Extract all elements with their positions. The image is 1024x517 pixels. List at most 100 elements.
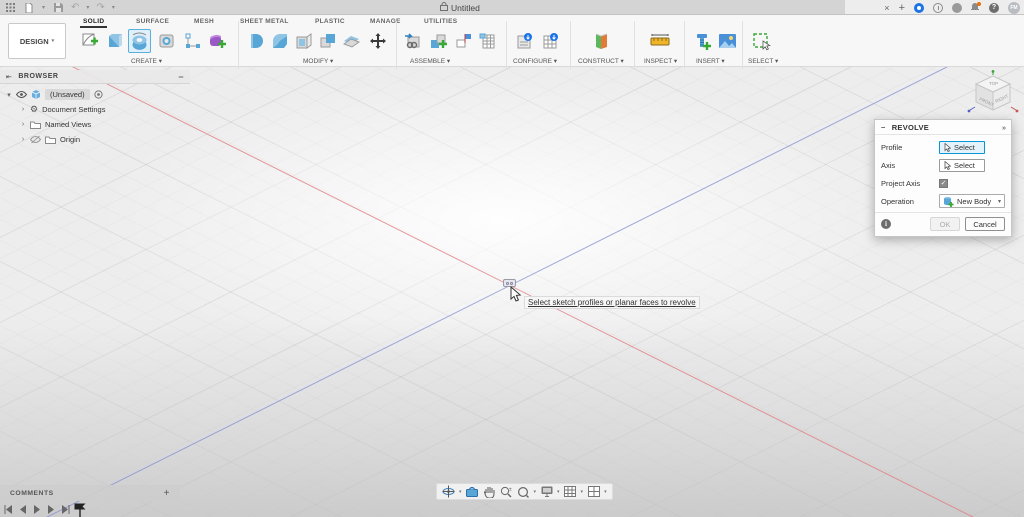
app-grid-icon[interactable]: [4, 2, 16, 13]
create-form-icon[interactable]: [206, 29, 229, 53]
notifications-icon[interactable]: [971, 1, 981, 13]
save-icon[interactable]: [52, 2, 64, 13]
collapse-dialog-icon[interactable]: −: [881, 123, 886, 132]
minimize-panel-icon[interactable]: −: [178, 72, 184, 82]
cancel-button[interactable]: Cancel: [965, 217, 1005, 231]
tab-solid[interactable]: SOLID: [79, 18, 108, 28]
close-icon[interactable]: ×: [884, 3, 889, 13]
new-component-icon[interactable]: [402, 29, 425, 53]
chevron-right-icon[interactable]: ›: [20, 106, 26, 113]
grid-caret-icon[interactable]: ▾: [581, 489, 584, 495]
tab-utilities[interactable]: UTILITIES: [424, 18, 457, 25]
orbit-icon[interactable]: [442, 485, 455, 498]
add-comment-button[interactable]: +: [164, 488, 170, 499]
comments-bar[interactable]: COMMENTS +: [0, 485, 180, 501]
configuration-doc-icon[interactable]: [514, 29, 537, 53]
pan-icon[interactable]: [483, 485, 496, 498]
rigid-group-icon[interactable]: [452, 29, 475, 53]
document-root-item[interactable]: (Unsaved): [45, 89, 90, 100]
fit-caret-icon[interactable]: ▾: [534, 489, 537, 495]
file-icon[interactable]: [23, 2, 35, 13]
split-body-icon[interactable]: [340, 29, 363, 53]
revolve-icon[interactable]: [128, 29, 151, 53]
avatar[interactable]: FM: [1008, 1, 1020, 14]
look-at-icon[interactable]: [466, 485, 479, 498]
undo-icon[interactable]: ↶: [71, 2, 79, 13]
fit-icon[interactable]: [517, 485, 530, 498]
shell-icon[interactable]: [292, 29, 315, 53]
redo-icon[interactable]: ↷: [96, 2, 104, 13]
info-icon[interactable]: i: [881, 219, 891, 229]
construction-planes-icon[interactable]: [590, 29, 613, 53]
window-select-icon[interactable]: [750, 29, 773, 53]
help-icon[interactable]: ?: [989, 2, 999, 13]
press-pull-icon[interactable]: [244, 29, 267, 53]
history-icon[interactable]: [933, 2, 943, 13]
new-tab-icon[interactable]: +: [899, 2, 905, 14]
dialog-more-icon[interactable]: »: [1002, 123, 1006, 132]
job-status-icon[interactable]: [914, 2, 924, 13]
browser-item-named-views[interactable]: › Named Views: [20, 118, 91, 131]
play-icon[interactable]: [33, 505, 41, 514]
design-workspace-button[interactable]: DESIGN ▾: [8, 23, 66, 59]
file-menu-caret-icon[interactable]: ▾: [42, 4, 45, 11]
collapse-panel-icon[interactable]: ⇤: [6, 73, 12, 81]
grid-settings-icon[interactable]: [564, 485, 577, 498]
display-caret-icon[interactable]: ▾: [557, 489, 560, 495]
browser-item-document-settings[interactable]: › ⚙ Document Settings: [20, 103, 106, 116]
inspect-group-label[interactable]: INSPECT ▾: [644, 57, 677, 65]
tab-mesh[interactable]: MESH: [194, 18, 214, 25]
joint-icon[interactable]: [427, 29, 450, 53]
step-forward-icon[interactable]: [47, 505, 55, 514]
activate-component-radio-icon[interactable]: [94, 90, 103, 99]
zoom-icon[interactable]: ±: [500, 485, 513, 498]
display-settings-icon[interactable]: [540, 485, 553, 498]
move-copy-icon[interactable]: [366, 29, 389, 53]
orbit-caret-icon[interactable]: ▾: [459, 489, 462, 495]
tab-surface[interactable]: SURFACE: [136, 18, 169, 25]
create-group-label[interactable]: CREATE ▾: [131, 57, 162, 65]
chevron-right-icon[interactable]: ›: [20, 136, 26, 143]
tab-plastic[interactable]: PLASTIC: [315, 18, 345, 25]
visibility-eye-icon[interactable]: [16, 91, 27, 98]
dialog-header[interactable]: − REVOLVE »: [875, 120, 1011, 135]
redo-caret-icon[interactable]: ▾: [112, 4, 115, 11]
project-axis-checkbox[interactable]: ✓: [939, 178, 948, 188]
measure-icon[interactable]: [648, 29, 671, 53]
insert-canvas-icon[interactable]: [716, 29, 739, 53]
configure-group-label[interactable]: CONFIGURE ▾: [513, 57, 557, 65]
combine-icon[interactable]: [316, 29, 339, 53]
go-to-end-icon[interactable]: [61, 505, 70, 514]
tab-sheet-metal[interactable]: SHEET METAL: [240, 18, 289, 25]
chevron-down-icon[interactable]: ▾: [6, 91, 12, 99]
undo-caret-icon[interactable]: ▾: [86, 4, 89, 11]
assemble-group-label[interactable]: ASSEMBLE ▾: [410, 57, 450, 65]
timeline-marker-flag[interactable]: [74, 503, 86, 517]
hidden-eye-icon[interactable]: [30, 135, 41, 144]
insert-group-label[interactable]: INSERT ▾: [696, 57, 725, 65]
hole-icon[interactable]: [155, 29, 178, 53]
profile-icon[interactable]: [952, 2, 962, 13]
3d-viewport[interactable]: Select sketch profiles or planar faces t…: [0, 67, 1024, 517]
viewports-icon[interactable]: [587, 485, 600, 498]
select-group-label[interactable]: SELECT ▾: [748, 57, 778, 65]
view-cube[interactable]: TOP FRONT RIGHT: [962, 70, 1024, 120]
extrude-icon[interactable]: [103, 29, 126, 53]
axis-select-button[interactable]: Select: [939, 158, 985, 172]
configuration-table-icon[interactable]: [540, 29, 563, 53]
insert-fastener-icon[interactable]: [692, 29, 715, 53]
operation-dropdown[interactable]: New Body ▾: [939, 194, 1005, 208]
chevron-right-icon[interactable]: ›: [20, 121, 26, 128]
construct-group-label[interactable]: CONSTRUCT ▾: [578, 57, 624, 65]
step-back-icon[interactable]: [19, 505, 27, 514]
ok-button[interactable]: OK: [930, 217, 960, 231]
fillet-icon[interactable]: [268, 29, 291, 53]
bom-table-icon[interactable]: [476, 29, 499, 53]
go-to-start-icon[interactable]: [4, 505, 13, 514]
create-sketch-icon[interactable]: [78, 29, 101, 53]
modify-group-label[interactable]: MODIFY ▾: [303, 57, 333, 65]
viewports-caret-icon[interactable]: ▾: [604, 489, 607, 495]
profile-select-button[interactable]: Select: [939, 140, 985, 154]
create-3d-sketch-icon[interactable]: [181, 29, 204, 53]
browser-item-origin[interactable]: › Origin: [20, 133, 80, 146]
